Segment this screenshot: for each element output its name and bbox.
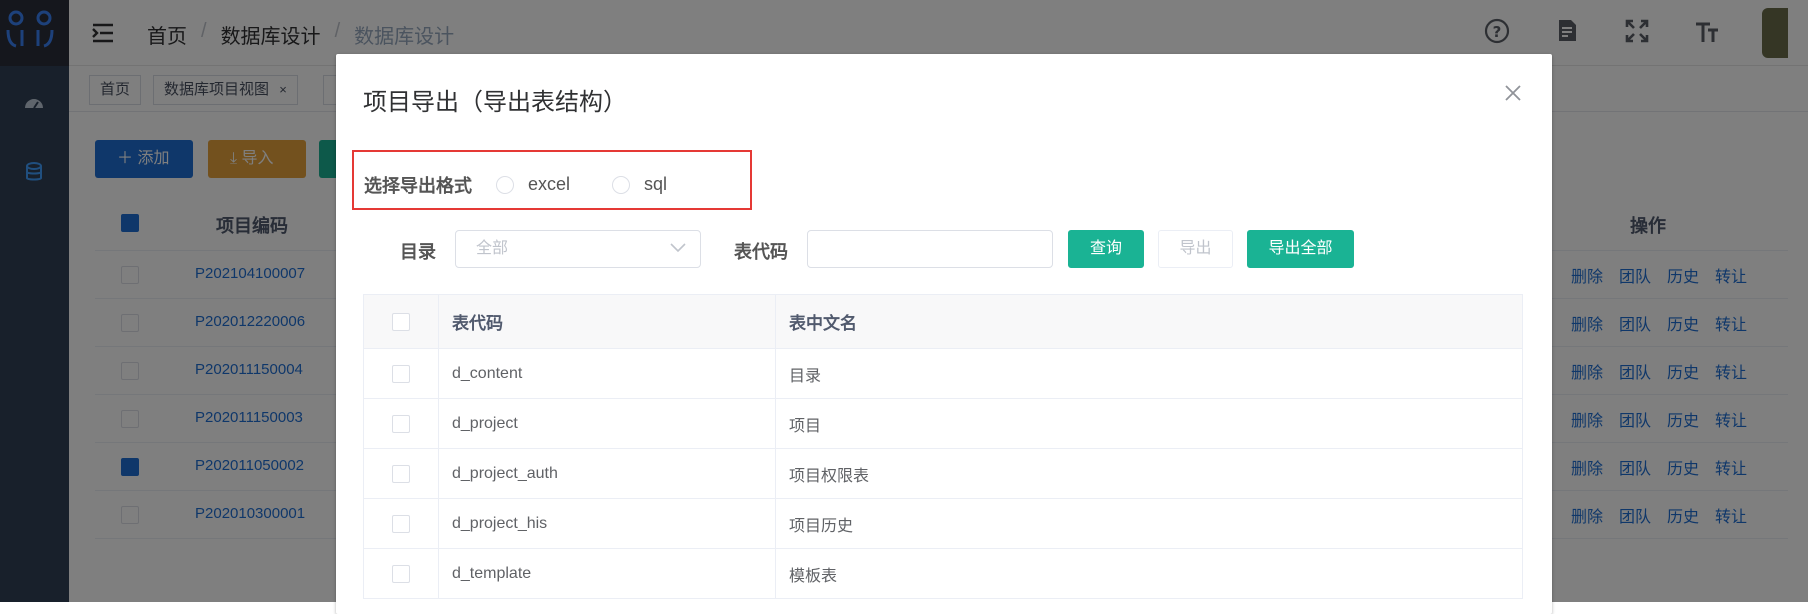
format-label: 选择导出格式: [364, 176, 472, 196]
table-code-cell: d_project_his: [439, 499, 776, 548]
header-name: 表中文名: [789, 314, 857, 333]
table-code-cell: d_content: [439, 349, 776, 398]
export-dialog: 项目导出（导出表结构） 选择导出格式 excel sql 目录 全部 表代码 查…: [336, 54, 1552, 614]
table-code-cell: d_project: [439, 399, 776, 448]
app: 首页 / 数据库设计 / 数据库设计 ? 首页 数据库项目视: [0, 0, 1808, 614]
dir-select[interactable]: 全部: [455, 230, 701, 268]
table-code-cell: d_template: [439, 549, 776, 598]
dialog-title: 项目导出（导出表结构）: [363, 89, 627, 116]
code-input[interactable]: [807, 230, 1053, 268]
row-checkbox[interactable]: [392, 514, 410, 533]
header-code: 表代码: [439, 295, 776, 348]
row-checkbox[interactable]: [392, 464, 410, 483]
dir-label: 目录: [400, 242, 436, 262]
export-all-button[interactable]: 导出全部: [1247, 230, 1354, 268]
table-row: d_content 目录: [364, 349, 1522, 399]
table-row: d_template 模板表: [364, 549, 1522, 599]
table-name-cell: 项目权限表: [789, 467, 870, 485]
table-name-cell: 项目: [789, 417, 822, 435]
radio-sql-dot[interactable]: [612, 175, 630, 194]
table-list: 表代码 表中文名 d_content 目录 d_project 项目 d_project…: [363, 294, 1523, 599]
table-row: d_project_auth 项目权限表: [364, 449, 1522, 499]
row-checkbox[interactable]: [392, 564, 410, 583]
table-row: d_project 项目: [364, 399, 1522, 449]
query-button[interactable]: 查询: [1068, 230, 1144, 268]
radio-excel[interactable]: excel: [496, 174, 570, 195]
table-name-cell: 目录: [789, 367, 822, 385]
row-checkbox-cell: [364, 549, 439, 598]
row-checkbox-cell: [364, 499, 439, 548]
row-checkbox-cell: [364, 399, 439, 448]
radio-sql-label: sql: [644, 174, 668, 194]
chevron-down-icon: [670, 243, 686, 253]
select-all-checkbox[interactable]: [392, 312, 410, 331]
header-checkbox-cell: [364, 295, 439, 348]
row-checkbox-cell: [364, 349, 439, 398]
format-selector: 选择导出格式 excel sql: [352, 150, 752, 210]
code-label: 表代码: [734, 242, 788, 262]
dir-select-value: 全部: [476, 240, 509, 257]
radio-excel-label: excel: [528, 174, 571, 194]
row-checkbox-cell: [364, 449, 439, 498]
table-header-row: 表代码 表中文名: [364, 295, 1522, 349]
table-code-cell: d_project_auth: [439, 449, 776, 498]
table-body: d_content 目录 d_project 项目 d_project_auth 项目权限…: [364, 349, 1522, 599]
table-row: d_project_his 项目历史: [364, 499, 1522, 549]
table-name-cell: 项目历史: [789, 517, 854, 535]
row-checkbox[interactable]: [392, 414, 410, 433]
table-name-cell: 模板表: [789, 567, 838, 585]
export-button[interactable]: 导出: [1158, 230, 1233, 268]
radio-excel-dot[interactable]: [496, 175, 514, 194]
radio-sql[interactable]: sql: [612, 174, 667, 195]
row-checkbox[interactable]: [392, 364, 410, 383]
close-icon[interactable]: [1504, 84, 1522, 102]
